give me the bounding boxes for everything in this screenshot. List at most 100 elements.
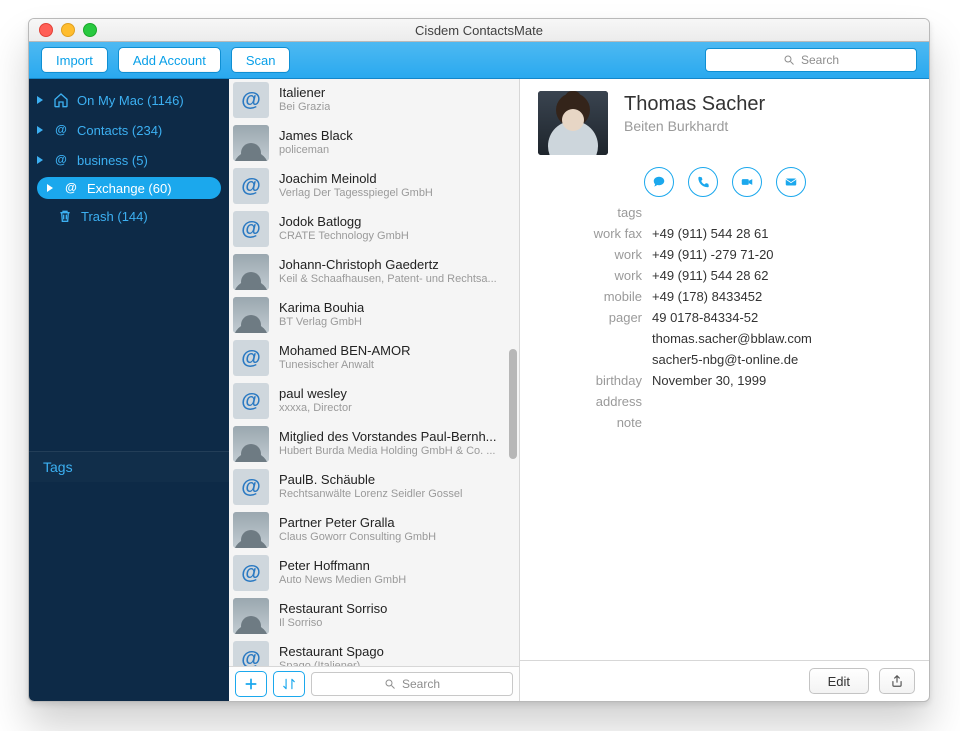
sidebar-item-exchange[interactable]: @ Exchange (60) — [37, 177, 221, 199]
birthday-label: birthday — [542, 373, 642, 388]
contact-list-search[interactable]: Search — [311, 672, 513, 696]
sidebar-tags-label: Tags — [43, 459, 73, 475]
contact-row[interactable]: Karima BouhiaBT Verlag GmbH — [229, 294, 519, 337]
contact-row-sub: BT Verlag GmbH — [279, 316, 364, 329]
window-zoom-button[interactable] — [83, 23, 97, 37]
avatar-person — [233, 297, 269, 333]
note-value — [652, 415, 907, 430]
contact-row-name: Jodok Batlogg — [279, 215, 409, 230]
scrollbar-thumb[interactable] — [509, 349, 517, 459]
message-icon — [652, 175, 666, 189]
phone-label: work — [542, 268, 642, 283]
import-button[interactable]: Import — [41, 47, 108, 73]
search-icon — [783, 54, 795, 66]
email-value[interactable]: sacher5-nbg@t-online.de — [652, 352, 907, 367]
phone-value[interactable]: +49 (911) 544 28 61 — [652, 226, 907, 241]
contact-row[interactable]: @ Jodok BatloggCRATE Technology GmbH — [229, 208, 519, 251]
avatar-person — [233, 125, 269, 161]
contact-row-name: Peter Hoffmann — [279, 559, 406, 574]
avatar-at: @ — [233, 211, 269, 247]
phone-label: work — [542, 247, 642, 262]
phone-label: mobile — [542, 289, 642, 304]
contact-detail-panel: Thomas Sacher Beiten Burkhardt tags work… — [520, 79, 929, 701]
contact-row-sub: Auto News Medien GmbH — [279, 574, 406, 587]
contact-row-sub: Verlag Der Tagesspiegel GmbH — [279, 187, 433, 200]
sidebar-item-trash[interactable]: Trash (144) — [29, 201, 229, 231]
sidebar-item-label: Contacts (234) — [77, 123, 162, 138]
sort-icon — [281, 677, 297, 691]
disclosure-icon — [37, 126, 45, 134]
contact-row[interactable]: @Mohamed BEN-AMORTunesischer Anwalt — [229, 337, 519, 380]
edit-button[interactable]: Edit — [809, 668, 869, 694]
video-button[interactable] — [732, 167, 762, 197]
avatar-person — [233, 426, 269, 462]
phone-value[interactable]: +49 (911) 544 28 62 — [652, 268, 907, 283]
sort-button[interactable] — [273, 671, 305, 697]
contact-row-sub: Keil & Schaafhausen, Patent- und Rechtsa… — [279, 273, 497, 286]
contact-row[interactable]: @ PaulB. SchäubleRechtsanwälte Lorenz Sei… — [229, 466, 519, 509]
contact-row-sub: CRATE Technology GmbH — [279, 230, 409, 243]
contact-row[interactable]: @paul wesleyxxxxa, Director — [229, 380, 519, 423]
contact-list-panel: @ItalienerBei GraziaJames Blackpoliceman… — [229, 79, 520, 701]
avatar-at: @ — [233, 555, 269, 591]
contact-row-name: Restaurant Spago — [279, 645, 384, 660]
svg-text:@: @ — [55, 122, 67, 136]
phone-value[interactable]: 49 0178-84334-52 — [652, 310, 907, 325]
phone-icon — [696, 175, 710, 189]
search-field-top[interactable]: Search — [705, 48, 917, 72]
email-label — [542, 352, 642, 367]
email-value[interactable]: thomas.sacher@bblaw.com — [652, 331, 907, 346]
sidebar-tags-header[interactable]: Tags — [29, 451, 229, 482]
at-icon: @ — [63, 180, 79, 196]
share-button[interactable] — [879, 668, 915, 694]
app-window: Cisdem ContactsMate Import Add Account S… — [28, 18, 930, 702]
contact-row[interactable]: Restaurant SorrisoIl Sorriso — [229, 595, 519, 638]
sidebar-item-label: Exchange (60) — [87, 181, 172, 196]
contact-row[interactable]: @Restaurant SpagoSpago (Italiener) — [229, 638, 519, 666]
contact-row[interactable]: Mitglied des Vorstandes Paul-Bernh...Hub… — [229, 423, 519, 466]
address-value — [652, 394, 907, 409]
window-close-button[interactable] — [39, 23, 53, 37]
home-icon — [53, 92, 69, 108]
avatar-at: @ — [233, 469, 269, 505]
sidebar-item-onmymac[interactable]: On My Mac (1146) — [29, 85, 229, 115]
svg-text:@: @ — [55, 152, 67, 166]
birthday-value: November 30, 1999 — [652, 373, 907, 388]
add-contact-button[interactable] — [235, 671, 267, 697]
avatar-at: @ — [233, 340, 269, 376]
message-button[interactable] — [644, 167, 674, 197]
scan-button[interactable]: Scan — [231, 47, 291, 73]
search-icon — [384, 678, 396, 690]
toolbar: Import Add Account Scan Search — [29, 42, 929, 79]
window-minimize-button[interactable] — [61, 23, 75, 37]
contact-row-name: Restaurant Sorriso — [279, 602, 387, 617]
contact-row-sub: Il Sorriso — [279, 617, 387, 630]
sidebar-item-label: business (5) — [77, 153, 148, 168]
field-label-tags: tags — [542, 205, 642, 220]
contact-row-sub: xxxxa, Director — [279, 402, 352, 415]
field-value-tags — [652, 205, 907, 220]
phone-value[interactable]: +49 (178) 8433452 — [652, 289, 907, 304]
contact-photo[interactable] — [538, 91, 608, 155]
contact-row-name: James Black — [279, 129, 353, 144]
contact-list[interactable]: @ItalienerBei GraziaJames Blackpoliceman… — [229, 79, 519, 666]
contact-row[interactable]: Johann-Christoph GaedertzKeil & Schaafha… — [229, 251, 519, 294]
contact-row[interactable]: Partner Peter GrallaClaus Goworr Consult… — [229, 509, 519, 552]
mail-icon — [784, 175, 798, 189]
contact-row-name: Karima Bouhia — [279, 301, 364, 316]
contact-row-name: Johann-Christoph Gaedertz — [279, 258, 497, 273]
add-account-button[interactable]: Add Account — [118, 47, 221, 73]
phone-value[interactable]: +49 (911) -279 71-20 — [652, 247, 907, 262]
contact-row[interactable]: @Joachim MeinoldVerlag Der Tagesspiegel … — [229, 165, 519, 208]
sidebar-item-business[interactable]: @ business (5) — [29, 145, 229, 175]
contact-row[interactable]: James Blackpoliceman — [229, 122, 519, 165]
contact-row-name: paul wesley — [279, 387, 352, 402]
contact-row[interactable]: @ItalienerBei Grazia — [229, 79, 519, 122]
call-button[interactable] — [688, 167, 718, 197]
contact-row-name: PaulB. Schäuble — [279, 473, 462, 488]
contact-row-sub: Rechtsanwälte Lorenz Seidler Gossel — [279, 488, 462, 501]
avatar-at: @ — [233, 82, 269, 118]
email-button[interactable] — [776, 167, 806, 197]
contact-row[interactable]: @ Peter HoffmannAuto News Medien GmbH — [229, 552, 519, 595]
sidebar-item-contacts[interactable]: @ Contacts (234) — [29, 115, 229, 145]
